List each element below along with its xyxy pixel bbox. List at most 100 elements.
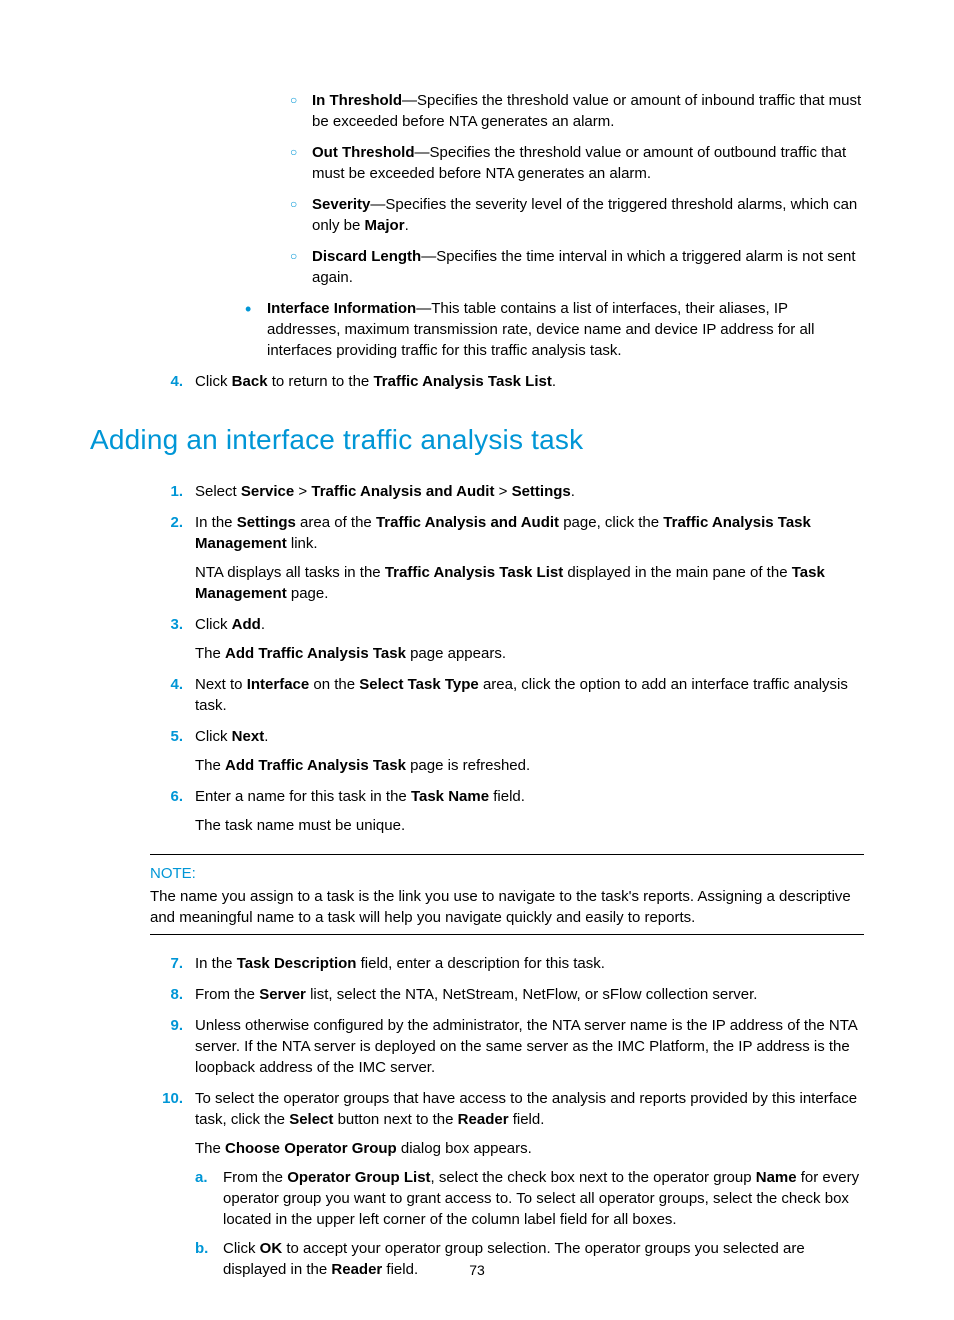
disc-bullet-icon: • <box>245 298 267 361</box>
procedure-step: 2.In the Settings area of the Traffic An… <box>155 512 864 604</box>
procedure-steps-1-6: 1.Select Service > Traffic Analysis and … <box>90 481 864 836</box>
procedure-step: 10.To select the operator groups that ha… <box>155 1088 864 1280</box>
term: In Threshold <box>312 92 402 109</box>
step-4-back: 4. Click Back to return to the Traffic A… <box>155 371 864 392</box>
bold: Server <box>259 986 306 1003</box>
sub-item-in-threshold: ○ In Threshold—Specifies the threshold v… <box>290 90 864 132</box>
text: to return to the <box>268 373 374 390</box>
text: . <box>261 616 265 633</box>
text: . <box>571 483 575 500</box>
document-page: ○ In Threshold—Specifies the threshold v… <box>0 0 954 1320</box>
text: field. <box>509 1111 545 1128</box>
text: field. <box>489 788 525 805</box>
sub-item-out-threshold: ○ Out Threshold—Specifies the threshold … <box>290 142 864 184</box>
text: link. <box>287 535 318 552</box>
bold: Task Name <box>411 788 489 805</box>
text: displayed in the main pane of the <box>563 564 792 581</box>
term: Major <box>365 217 405 234</box>
bold: Reader <box>458 1111 509 1128</box>
text: Click <box>195 373 232 390</box>
text: dialog box appears. <box>397 1140 532 1157</box>
step-number: 3. <box>155 614 195 664</box>
bold: Select Task Type <box>359 676 479 693</box>
text: page is refreshed. <box>406 757 530 774</box>
step-body: Select Service > Traffic Analysis and Au… <box>195 481 864 502</box>
section-heading: Adding an interface traffic analysis tas… <box>90 420 864 459</box>
circle-bullet-icon: ○ <box>290 142 312 184</box>
text: Next to <box>195 676 247 693</box>
step-number: 4. <box>155 674 195 716</box>
text: . <box>552 373 556 390</box>
text: > <box>494 483 511 500</box>
bold: Operator Group List <box>287 1169 430 1186</box>
bold: Back <box>232 373 268 390</box>
text: Unless otherwise configured by the admin… <box>195 1017 857 1076</box>
text: From the <box>223 1169 287 1186</box>
term: Severity <box>312 196 370 213</box>
note-label: NOTE: <box>150 855 864 886</box>
sub-item-text: In Threshold—Specifies the threshold val… <box>312 90 864 132</box>
note-block: NOTE: The name you assign to a task is t… <box>150 854 864 935</box>
text: The <box>195 1140 225 1157</box>
text: Click <box>195 616 232 633</box>
procedure-step: 3.Click Add. The Add Traffic Analysis Tas… <box>155 614 864 664</box>
step-number: 10. <box>155 1088 195 1280</box>
step-text: Click Back to return to the Traffic Anal… <box>195 371 864 392</box>
bold: Traffic Analysis Task List <box>373 373 551 390</box>
step-number: 6. <box>155 786 195 836</box>
bold: Name <box>756 1169 797 1186</box>
bold: Next <box>232 728 265 745</box>
bullet-item-interface-information: • Interface Information—This table conta… <box>245 298 864 361</box>
sub-item-severity: ○ Severity—Specifies the severity level … <box>290 194 864 236</box>
sub-item-discard-length: ○ Discard Length—Specifies the time inte… <box>290 246 864 288</box>
procedure-step: 5.Click Next.The Add Traffic Analysis Ta… <box>155 726 864 776</box>
bold: Interface <box>247 676 310 693</box>
term: Out Threshold <box>312 144 415 161</box>
step-body: From the Server list, select the NTA, Ne… <box>195 984 864 1005</box>
text: NTA displays all tasks in the <box>195 564 385 581</box>
text: The task name must be unique. <box>195 817 405 834</box>
step-body: Click Next.The Add Traffic Analysis Task… <box>195 726 864 776</box>
text: Enter a name for this task in the <box>195 788 411 805</box>
bold: Task Description <box>237 955 357 972</box>
text: page. <box>287 585 329 602</box>
text: In the <box>195 514 237 531</box>
sub-step-letter: a. <box>195 1167 223 1230</box>
text: Click <box>195 728 232 745</box>
bold: Add <box>232 616 261 633</box>
circle-bullet-icon: ○ <box>290 246 312 288</box>
bullet-item-text: Interface Information—This table contain… <box>267 298 864 361</box>
bold: Settings <box>512 483 571 500</box>
text: on the <box>309 676 359 693</box>
text: field, enter a description for this task… <box>356 955 604 972</box>
numbered-list-before-heading: 4. Click Back to return to the Traffic A… <box>90 371 864 392</box>
text: area of the <box>296 514 376 531</box>
text: In the <box>195 955 237 972</box>
circle-bullet-icon: ○ <box>290 194 312 236</box>
bold: Service <box>241 483 294 500</box>
step-body: To select the operator groups that have … <box>195 1088 864 1280</box>
divider <box>150 934 864 935</box>
text: > <box>294 483 311 500</box>
step-number: 9. <box>155 1015 195 1078</box>
step-number: 1. <box>155 481 195 502</box>
text: . <box>264 728 268 745</box>
step-body: Click Add.The Add Traffic Analysis Task … <box>195 614 864 664</box>
term: Discard Length <box>312 248 421 265</box>
bold: Add Traffic Analysis Task <box>225 645 406 662</box>
text: , select the check box next to the opera… <box>431 1169 756 1186</box>
definition-text: . <box>405 217 409 234</box>
text: Select <box>195 483 241 500</box>
procedure-step: 9.Unless otherwise configured by the adm… <box>155 1015 864 1078</box>
bullet-list: • Interface Information—This table conta… <box>90 298 864 361</box>
bold: Choose Operator Group <box>225 1140 397 1157</box>
text: The <box>195 645 225 662</box>
sub-step: a.From the Operator Group List, select t… <box>195 1167 864 1230</box>
circle-bullet-icon: ○ <box>290 90 312 132</box>
text: Click <box>223 1240 260 1257</box>
text: page, click the <box>559 514 663 531</box>
definition-sub-list: ○ In Threshold—Specifies the threshold v… <box>90 90 864 288</box>
sub-item-text: Discard Length—Specifies the time interv… <box>312 246 864 288</box>
procedure-step: 6.Enter a name for this task in the Task… <box>155 786 864 836</box>
sub-step-body: From the Operator Group List, select the… <box>223 1167 864 1230</box>
